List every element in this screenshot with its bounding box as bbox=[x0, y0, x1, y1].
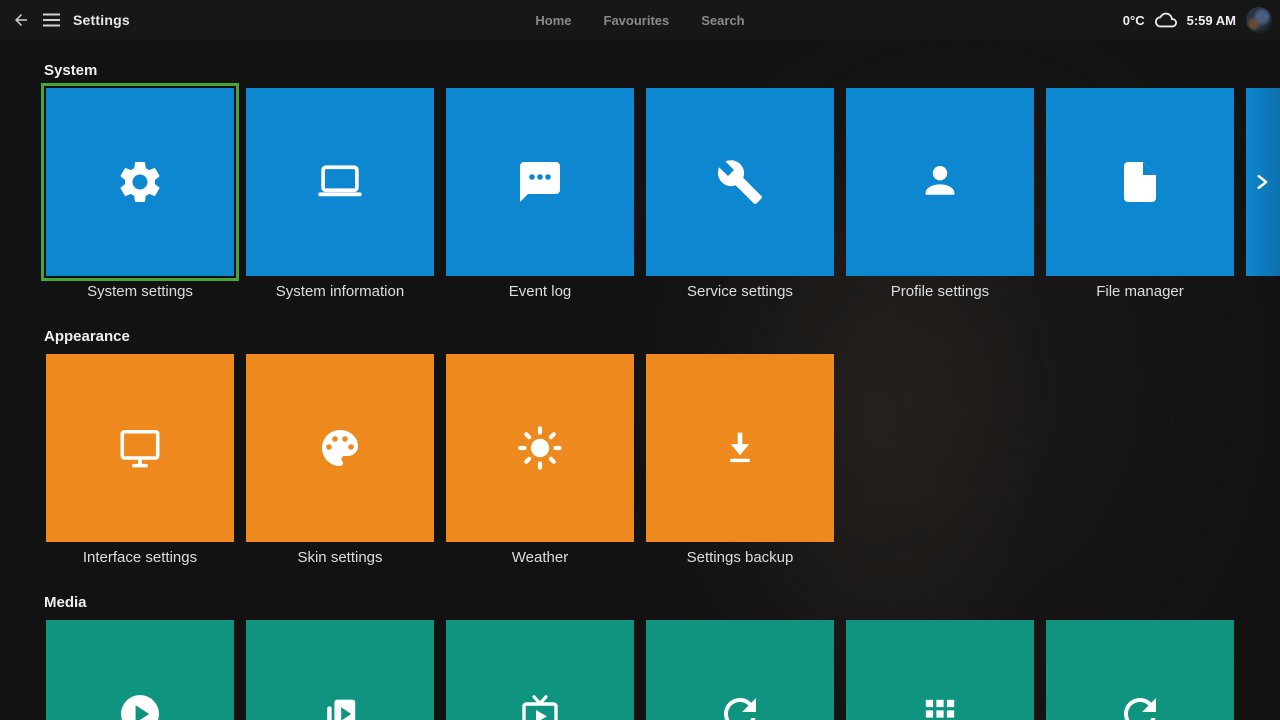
menu-button[interactable] bbox=[43, 13, 60, 27]
laptop-icon bbox=[314, 156, 366, 208]
section-heading-appearance: Appearance bbox=[44, 329, 1280, 345]
nav-home[interactable]: Home bbox=[535, 13, 571, 28]
tile-media-4[interactable] bbox=[646, 620, 834, 720]
nav-search[interactable]: Search bbox=[701, 13, 744, 28]
tv-play-icon bbox=[516, 690, 564, 720]
chevron-right-icon bbox=[1252, 170, 1272, 194]
cloud-icon bbox=[1155, 9, 1177, 31]
tile-label: Profile settings bbox=[846, 283, 1034, 300]
weather-temperature: 0°C bbox=[1123, 13, 1145, 28]
sun-icon bbox=[515, 423, 565, 473]
download-icon bbox=[717, 425, 763, 471]
nav-favourites[interactable]: Favourites bbox=[604, 13, 670, 28]
play-circle-icon bbox=[116, 690, 164, 720]
wrench-icon bbox=[716, 158, 764, 206]
appearance-tile-row bbox=[0, 354, 1280, 542]
tile-label: File manager bbox=[1046, 283, 1234, 300]
tile-media-1[interactable] bbox=[46, 620, 234, 720]
user-avatar[interactable] bbox=[1246, 7, 1272, 33]
tile-label: Weather bbox=[446, 549, 634, 566]
palette-icon bbox=[316, 424, 364, 472]
tile-system-information[interactable] bbox=[246, 88, 434, 276]
appearance-tile-labels: Interface settings Skin settings Weather… bbox=[0, 542, 1280, 572]
playlist-play-icon bbox=[316, 690, 364, 720]
tile-label: Settings backup bbox=[646, 549, 834, 566]
grid-icon bbox=[917, 691, 963, 720]
file-icon bbox=[1116, 158, 1164, 206]
tile-label: System information bbox=[246, 283, 434, 300]
section-heading-system: System bbox=[44, 63, 1280, 79]
clock: 5:59 AM bbox=[1187, 13, 1236, 28]
tile-label: Event log bbox=[446, 283, 634, 300]
system-tile-labels: System settings System information Event… bbox=[0, 276, 1280, 306]
person-icon bbox=[916, 158, 964, 206]
tile-file-manager[interactable] bbox=[1046, 88, 1234, 276]
page-title: Settings bbox=[73, 12, 130, 28]
back-button[interactable] bbox=[12, 11, 30, 29]
tile-label: Skin settings bbox=[246, 549, 434, 566]
refresh-icon bbox=[716, 690, 764, 720]
tile-label: System settings bbox=[46, 283, 234, 300]
tile-settings-backup[interactable] bbox=[646, 354, 834, 542]
arrow-left-icon bbox=[12, 11, 30, 29]
top-bar: Settings Home Favourites Search 0°C 5:59… bbox=[0, 0, 1280, 40]
tile-weather[interactable] bbox=[446, 354, 634, 542]
media-tile-row bbox=[0, 620, 1280, 720]
tile-media-5[interactable] bbox=[846, 620, 1034, 720]
tile-label: Service settings bbox=[646, 283, 834, 300]
monitor-icon bbox=[115, 423, 165, 473]
section-heading-media: Media bbox=[44, 595, 1280, 611]
scroll-right-tile[interactable] bbox=[1246, 88, 1280, 276]
system-tile-row bbox=[0, 88, 1280, 276]
tile-media-6[interactable] bbox=[1046, 620, 1234, 720]
tile-skin-settings[interactable] bbox=[246, 354, 434, 542]
settings-categories: System bbox=[0, 40, 1280, 720]
chat-icon bbox=[516, 158, 564, 206]
tile-system-settings[interactable] bbox=[46, 88, 234, 276]
tile-media-2[interactable] bbox=[246, 620, 434, 720]
refresh-icon bbox=[1116, 690, 1164, 720]
tile-interface-settings[interactable] bbox=[46, 354, 234, 542]
tile-label: Interface settings bbox=[46, 549, 234, 566]
tile-event-log[interactable] bbox=[446, 88, 634, 276]
tile-service-settings[interactable] bbox=[646, 88, 834, 276]
top-nav: Home Favourites Search bbox=[535, 13, 744, 28]
hamburger-icon bbox=[43, 13, 60, 27]
tile-media-3[interactable] bbox=[446, 620, 634, 720]
gear-icon bbox=[115, 157, 165, 207]
tile-profile-settings[interactable] bbox=[846, 88, 1034, 276]
